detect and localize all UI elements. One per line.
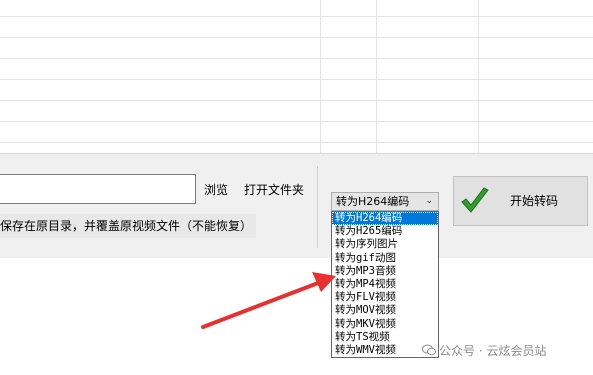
format-option[interactable]: 转为序列图片 [332,238,438,251]
watermark-text: 公众号 · 云炫会员站 [439,344,547,358]
grid-line [0,121,593,122]
format-option[interactable]: 转为H264编码 [332,212,438,226]
check-icon [461,187,489,213]
format-select-value: 转为H264编码 [336,195,410,208]
grid-line [0,100,593,101]
save-in-place-option[interactable]: 保存在原目录，并覆盖原视频文件（不能恢复） [0,214,256,238]
grid-column-divider [320,0,321,153]
panel-divider [317,166,318,248]
browse-button[interactable]: 浏览 [200,180,232,200]
grid-column-divider [478,0,479,153]
format-option[interactable]: 转为MOV视频 [332,304,438,317]
open-folder-button[interactable]: 打开文件夹 [240,180,308,200]
format-option[interactable]: 转为MP3音频 [332,265,438,278]
start-convert-button[interactable]: 开始转码 [453,176,588,226]
format-option[interactable]: 转为MP4视频 [332,278,438,291]
chevron-down-icon: ⌄ [425,196,433,206]
grid-line [0,79,593,80]
format-dropdown-list[interactable]: 转为H264编码 转为H265编码 转为序列图片 转为gif动图 转为MP3音频… [331,211,439,358]
start-convert-label: 开始转码 [510,194,559,208]
file-list-grid[interactable] [0,0,593,153]
format-option[interactable]: 转为MKV视频 [332,318,438,331]
grid-line [0,37,593,38]
wechat-icon [422,344,436,356]
output-dir-input[interactable] [0,174,196,204]
format-option[interactable]: 转为gif动图 [332,252,438,265]
grid-line [0,58,593,59]
grid-line [0,142,593,143]
format-select[interactable]: 转为H264编码 ⌄ [331,192,439,211]
settings-panel: 浏览 打开文件夹 保存在原目录，并覆盖原视频文件（不能恢复） 转为H264编码 … [0,153,593,258]
grid-column-divider [376,0,377,153]
grid-line [0,16,593,17]
watermark: 公众号 · 云炫会员站 [422,342,546,359]
format-option[interactable]: 转为H265编码 [332,225,438,238]
format-option[interactable]: 转为FLV视频 [332,291,438,304]
